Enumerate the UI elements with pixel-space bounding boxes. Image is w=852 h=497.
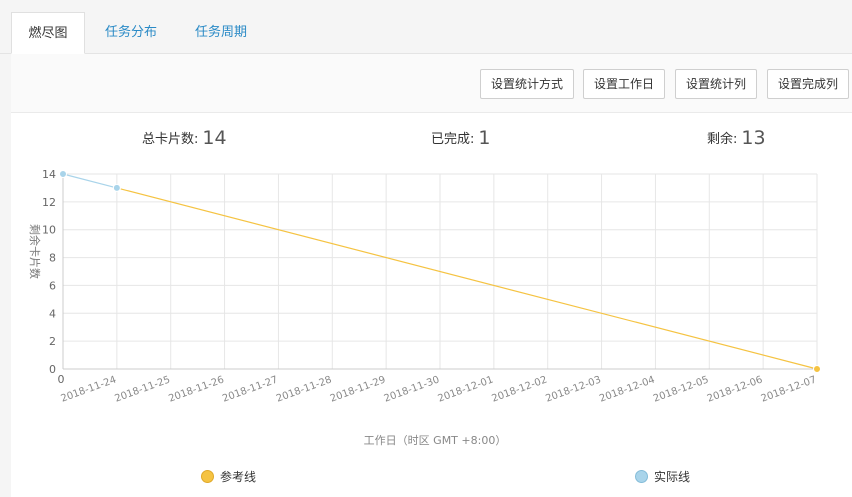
set-done-column-button[interactable]: 设置完成列	[767, 69, 849, 99]
remaining-stat: 剩余: 13	[707, 127, 766, 149]
y-tick-label: 10	[42, 224, 56, 237]
x-tick-label: 2018-11-24	[60, 374, 118, 404]
total-cards-value: 14	[202, 127, 227, 149]
total-cards-label: 总卡片数:	[142, 132, 199, 147]
x-tick-label: 2018-12-01	[437, 374, 495, 404]
legend-reference-line[interactable]: 参考线	[201, 468, 256, 485]
remaining-label: 剩余:	[707, 132, 738, 147]
x-tick-label: 2018-11-27	[221, 374, 279, 404]
completed-label: 已完成:	[431, 132, 475, 147]
toolbar: 设置统计方式 设置工作日 设置统计列 设置完成列	[11, 54, 852, 113]
actual-line-series	[62, 173, 118, 189]
x-tick-label: 2018-11-30	[383, 374, 441, 404]
legend-actual-line[interactable]: 实际线	[635, 468, 690, 485]
set-workday-button[interactable]: 设置工作日	[583, 69, 665, 99]
legend-reference-marker	[201, 470, 214, 483]
actual-line-point	[59, 170, 67, 178]
x-tick-label: 2018-11-25	[113, 374, 171, 404]
total-cards-stat: 总卡片数: 14	[142, 127, 227, 149]
burndown-panel: 总卡片数: 14 已完成: 1 剩余: 13 0 2 4 6 8 10 12 14 0 2018-11-…	[11, 113, 852, 497]
reference-line-series	[116, 187, 818, 370]
x-tick-label: 2018-12-03	[544, 374, 602, 404]
x-tick-label: 2018-12-07	[760, 374, 818, 404]
x-tick-label: 2018-12-04	[598, 374, 656, 404]
legend-reference-label: 参考线	[220, 470, 257, 484]
y-tick-label: 12	[42, 196, 56, 209]
x-tick-label: 2018-11-26	[167, 374, 225, 404]
completed-stat: 已完成: 1	[431, 127, 490, 149]
x-tick-label: 0	[58, 373, 65, 386]
y-tick-label: 14	[42, 168, 56, 181]
x-tick-label: 2018-12-06	[706, 374, 764, 404]
y-axis-title: 剩余卡片数	[28, 224, 42, 279]
x-tick-label: 2018-12-02	[490, 374, 548, 404]
x-tick-label: 2018-11-29	[329, 374, 387, 404]
y-tick-label: 2	[49, 335, 56, 348]
legend-actual-marker	[635, 470, 648, 483]
y-tick-label: 8	[49, 252, 56, 265]
x-tick-label: 2018-11-28	[275, 374, 333, 404]
y-tick-label: 0	[49, 363, 56, 376]
legend-actual-label: 实际线	[654, 470, 691, 484]
y-tick-label: 6	[49, 279, 56, 292]
x-tick-label: 2018-12-05	[652, 374, 710, 404]
tab-bar: 燃尽图 任务分布 任务周期	[0, 0, 852, 54]
reference-line-point	[813, 365, 821, 373]
y-tick-label: 4	[49, 307, 56, 320]
set-stat-method-button[interactable]: 设置统计方式	[480, 69, 574, 99]
set-stat-column-button[interactable]: 设置统计列	[675, 69, 757, 99]
actual-line-point	[112, 183, 121, 192]
x-axis-title: 工作日（时区 GMT +8:00）	[364, 434, 507, 447]
tab-task-cycle[interactable]: 任务周期	[185, 12, 257, 53]
remaining-value: 13	[741, 127, 766, 149]
tab-burndown[interactable]: 燃尽图	[11, 12, 85, 54]
tab-task-distribution[interactable]: 任务分布	[96, 12, 166, 53]
burndown-chart: 0246810121402018-11-242018-11-252018-11-…	[28, 168, 821, 447]
completed-value: 1	[478, 127, 491, 149]
